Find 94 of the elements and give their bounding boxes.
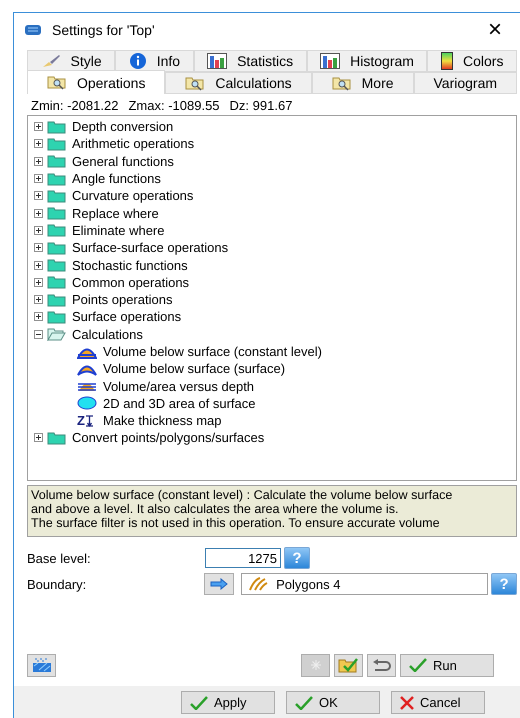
tab[interactable]: Operations [27,70,166,94]
tree-item[interactable]: Angle functions [72,171,161,186]
folder-icon [47,275,66,290]
undo-icon [372,658,392,672]
folder-icon [47,206,66,220]
tree-item[interactable]: Depth conversion [72,119,174,134]
water-icon [32,657,52,673]
info-icon [128,52,147,70]
polygon-lines-icon [248,577,268,591]
folder-icon [47,258,66,272]
folder-icon [47,136,66,151]
field-label: Base level: [27,550,92,566]
folder-search-icon [185,76,206,90]
expand-icon[interactable] [34,156,43,166]
folder-icon [47,154,66,168]
folder-icon [47,327,66,342]
expand-icon[interactable] [34,191,43,200]
expand-icon[interactable] [34,139,43,148]
tab[interactable]: Statistics [194,50,307,72]
tab[interactable]: More [312,72,414,94]
surface-button[interactable] [27,654,56,676]
ellipse-icon [77,396,97,410]
folder-search-icon [332,76,352,90]
tree-item[interactable]: Arithmetic operations [72,136,194,152]
expand-icon[interactable] [34,295,43,304]
check-icon [295,696,313,710]
expand-icon[interactable] [34,226,43,235]
expand-icon[interactable] [34,122,43,132]
tab[interactable]: Variogram [414,72,518,94]
check-icon [409,658,427,672]
folder-icon [47,188,66,203]
folder-check-icon [338,657,360,673]
expand-icon[interactable] [34,260,43,270]
tab[interactable]: Info [115,50,194,72]
folder-icon [47,430,66,445]
tree-item[interactable]: Volume/area versus depth [103,378,254,394]
tree-item[interactable]: Volume below surface (surface) [103,361,286,376]
folder-icon [47,292,66,307]
folder-icon [47,310,66,324]
tree-item[interactable]: Surface-surface operations [72,240,228,256]
folder-icon [47,172,66,186]
tree-item[interactable]: 2D and 3D area of surface [103,396,256,411]
arrow-button[interactable] [204,573,234,595]
tab[interactable]: Calculations [165,72,312,94]
tree-item[interactable]: Curvature operations [72,188,194,204]
run-button[interactable]: Run [400,654,494,676]
check-icon [190,696,208,710]
field-label: Boundary: [27,576,88,592]
tree-item[interactable]: General functions [72,154,174,169]
color-scale-icon [441,52,453,70]
dropdown-field[interactable]: Polygons 4 [241,573,488,595]
description-text: Volume below surface (constant level) : Calculate the volume below surface and above a level. It also calculates the area where the volume is. The surface filter is not used in this operation. To ensure accurate volume [27,485,517,537]
collapse-icon[interactable] [34,330,43,339]
expand-icon[interactable] [34,243,43,252]
tree-item[interactable]: Common operations [72,274,190,290]
folder-icon [47,120,66,134]
tree-item[interactable]: Points operations [72,292,172,308]
tree-item[interactable]: Convert points/polygons/surfaces [72,430,264,446]
stat-text: Zmax: -1089.55 [128,98,220,113]
folder-search-icon [46,75,67,90]
brush-icon [40,53,61,69]
asterisk-icon [310,660,320,670]
folder-icon [47,223,66,238]
dialog-button[interactable]: OK [286,691,380,714]
tree-item[interactable]: Make thickness map [103,413,222,428]
expand-icon[interactable] [34,433,43,442]
tab[interactable]: Colors [427,50,517,72]
app-icon [24,22,42,36]
bar-chart-icon [207,53,228,69]
arrow-right-icon [210,578,228,590]
tab[interactable]: Histogram [306,50,428,72]
tool-button[interactable] [367,654,396,676]
folder-icon [47,240,66,255]
dialog-button[interactable]: Apply [181,691,275,714]
dialog-button[interactable]: Cancel [391,691,485,714]
tab[interactable]: Style [27,50,116,72]
tree-item[interactable]: Eliminate where [72,222,164,238]
cross-icon [400,696,414,710]
stat-text: Zmin: -2081.22 [31,98,118,113]
close-button[interactable]: × [480,16,510,44]
window-title: Settings for 'Top' [52,22,156,38]
input-field[interactable]: 1275 [205,548,281,568]
tree-item[interactable]: Calculations [72,326,143,342]
tool-button[interactable] [334,654,363,676]
tree-item[interactable]: Volume below surface (constant level) [103,344,322,359]
expand-icon[interactable] [34,278,43,287]
expand-icon[interactable] [34,208,43,218]
tree-item[interactable]: Stochastic functions [72,258,188,273]
stat-text: Dz: 991.67 [230,98,292,113]
expand-icon[interactable] [34,174,43,184]
tree-item[interactable]: Replace where [72,206,159,221]
bar-chart-icon [320,53,340,69]
expand-icon[interactable] [34,312,43,322]
tree-item[interactable]: Surface operations [72,309,182,324]
